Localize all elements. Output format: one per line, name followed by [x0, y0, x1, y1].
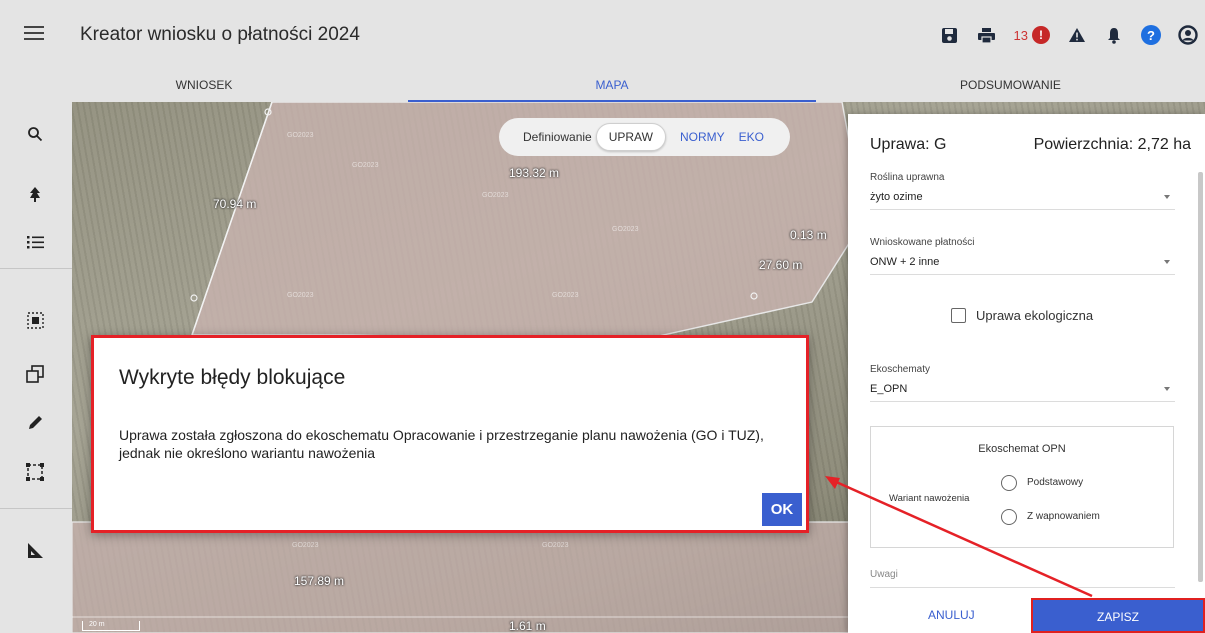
parcel-watermark: GO2023 [292, 542, 319, 549]
segment-normy[interactable]: NORMY [680, 130, 725, 144]
measurement-label: 1.61 m [509, 619, 546, 633]
variant-liming-radio[interactable] [1001, 509, 1017, 525]
app-title: Kreator wniosku o płatności 2024 [80, 24, 360, 45]
segment-eko[interactable]: EKO [739, 130, 764, 144]
tab-wniosek[interactable]: WNIOSEK [0, 70, 408, 102]
segment-label: Definiowanie [523, 130, 592, 144]
map-scale: 20 m [82, 621, 140, 631]
warning-icon[interactable] [1064, 22, 1090, 48]
ecoschemes-select[interactable]: Ekoschematy E_OPN [870, 364, 1175, 402]
crop-area: Powierzchnia: 2,72 ha [1033, 136, 1191, 153]
parcel-watermark: GO2023 [482, 192, 509, 199]
crop-plant-label: Roślina uprawna [870, 172, 945, 183]
opn-section: Ekoschemat OPN Wariant nawożenia Podstaw… [870, 426, 1174, 548]
help-icon[interactable]: ? [1138, 22, 1164, 48]
payments-value: ONW + 2 inne [870, 256, 940, 268]
opn-title: Ekoschemat OPN [978, 443, 1066, 455]
chevron-down-icon [1164, 260, 1170, 264]
tab-mapa[interactable]: MAPA [408, 70, 816, 102]
notes-field[interactable] [870, 587, 1175, 588]
ecoschemes-label: Ekoschematy [870, 364, 931, 375]
tree-icon[interactable] [21, 180, 49, 208]
cancel-button[interactable]: ANULUJ [928, 608, 975, 622]
measure-icon[interactable] [21, 536, 49, 564]
chevron-down-icon [1164, 195, 1170, 199]
bell-icon[interactable] [1101, 22, 1127, 48]
left-toolbar [0, 102, 72, 633]
top-bar: Kreator wniosku o płatności 2024 13 ! ? [0, 0, 1205, 70]
error-count: 13 [1013, 27, 1028, 43]
panel-header: Uprawa: G Powierzchnia: 2,72 ha [870, 136, 1191, 160]
measurement-label: 27.60 m [759, 258, 803, 272]
definition-segment-control: Definiowanie UPRAW NORMY EKO [499, 118, 790, 156]
select-icon[interactable] [21, 306, 49, 334]
print-icon[interactable] [974, 22, 1000, 48]
panel-scrollbar[interactable] [1198, 172, 1203, 582]
chevron-down-icon [1164, 387, 1170, 391]
copy-shape-icon[interactable] [21, 360, 49, 388]
parcel-watermark: GO2023 [287, 292, 314, 299]
measurement-label: 157.89 m [294, 574, 345, 588]
organic-crop-label: Uprawa ekologiczna [976, 308, 1094, 323]
save-icon[interactable] [937, 22, 963, 48]
parcel-watermark: GO2023 [612, 226, 639, 233]
tab-podsumowanie[interactable]: PODSUMOWANIE [816, 70, 1205, 102]
measurement-label: 193.32 m [509, 166, 560, 180]
parcel-watermark: GO2023 [542, 542, 569, 549]
payments-label: Wnioskowane płatności [870, 237, 975, 248]
measurement-label: 0.13 m [790, 228, 827, 242]
variant-liming-label: Z wapnowaniem [1027, 511, 1100, 522]
parcel-watermark: GO2023 [352, 162, 379, 169]
search-icon[interactable] [21, 120, 49, 148]
pencil-icon[interactable] [21, 408, 49, 436]
ecoschemes-value: E_OPN [870, 383, 908, 395]
app-window: Kreator wniosku o płatności 2024 13 ! ? … [0, 0, 1205, 633]
variant-basic-radio[interactable] [1001, 475, 1017, 491]
crop-plant-value: żyto ozime [870, 191, 923, 203]
user-icon[interactable] [1175, 22, 1201, 48]
crop-name: Uprawa: G [870, 136, 947, 153]
segment-upraw[interactable]: UPRAW [595, 123, 666, 151]
notes-label: Uwagi [870, 569, 898, 580]
fertilization-variant-label: Wariant nawożenia [889, 493, 970, 504]
dashed-rect-icon[interactable] [21, 458, 49, 486]
tab-bar: WNIOSEK MAPA PODSUMOWANIE [0, 70, 1205, 102]
top-icons: 13 ! ? [926, 20, 1201, 50]
crop-plant-select[interactable]: Roślina uprawna żyto ozime [870, 172, 1175, 210]
organic-crop-row: Uprawa ekologiczna [951, 308, 1093, 323]
variant-basic-label: Podstawowy [1027, 477, 1084, 488]
ok-button[interactable]: OK [762, 493, 802, 526]
error-dialog: Wykryte błędy blokujące Uprawa została z… [91, 335, 809, 533]
payments-select[interactable]: Wnioskowane płatności ONW + 2 inne [870, 237, 1175, 275]
parcel-watermark: GO2023 [287, 132, 314, 139]
organic-crop-checkbox[interactable] [951, 308, 966, 323]
parcel-watermark: GO2023 [552, 292, 579, 299]
list-icon[interactable] [21, 228, 49, 256]
measurement-label: 70.94 m [213, 197, 257, 211]
error-icon[interactable]: ! [1032, 26, 1050, 44]
save-button[interactable]: ZAPISZ [1031, 598, 1205, 633]
dialog-message: Uprawa została zgłoszona do ekoschematu … [119, 427, 764, 461]
crop-panel: Uprawa: G Powierzchnia: 2,72 ha Roślina … [848, 114, 1205, 633]
menu-icon[interactable] [22, 22, 46, 46]
dialog-title: Wykryte błędy blokujące [119, 366, 346, 389]
